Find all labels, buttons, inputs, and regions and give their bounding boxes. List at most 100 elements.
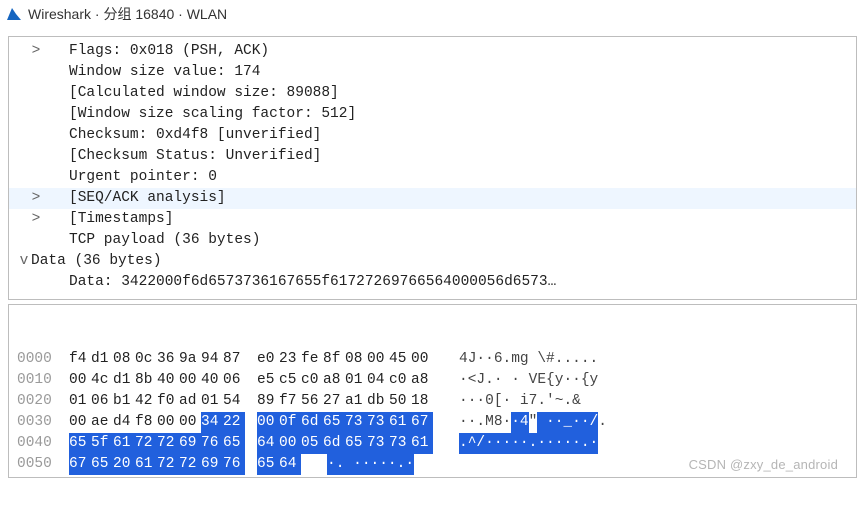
hex-byte[interactable]: 01 xyxy=(69,391,91,412)
hex-byte[interactable]: c5 xyxy=(279,370,301,391)
hex-bytes[interactable]: 0106b142f0ad015489f75627a1db5018 xyxy=(69,391,433,412)
hex-row[interactable]: 003000aed4f800003422000f6d6573736167··.M… xyxy=(9,412,856,433)
hex-byte[interactable]: 00 xyxy=(257,412,279,433)
hex-byte[interactable]: f7 xyxy=(279,391,301,412)
hex-bytes[interactable]: 004cd18b40004006e5c5c0a80104c0a8 xyxy=(69,370,433,391)
hex-byte[interactable]: 65 xyxy=(345,433,367,454)
hex-byte[interactable]: 00 xyxy=(179,412,201,433)
hex-byte[interactable]: 42 xyxy=(135,391,157,412)
caret-right-icon[interactable]: > xyxy=(29,41,43,62)
hex-byte[interactable]: 61 xyxy=(389,412,411,433)
hex-byte[interactable]: 73 xyxy=(367,433,389,454)
hex-byte[interactable]: 0f xyxy=(279,412,301,433)
hex-byte[interactable]: 34 xyxy=(201,412,223,433)
hex-byte[interactable]: fe xyxy=(301,349,323,370)
hex-byte[interactable]: 06 xyxy=(91,391,113,412)
hex-byte[interactable]: 69 xyxy=(201,454,223,475)
hex-byte[interactable]: 20 xyxy=(113,454,135,475)
hex-byte[interactable]: 61 xyxy=(411,433,433,454)
hex-byte[interactable]: 65 xyxy=(69,433,91,454)
hex-byte[interactable]: 9a xyxy=(179,349,201,370)
hex-byte[interactable]: 72 xyxy=(179,454,201,475)
packet-details-pane[interactable]: >Flags: 0x018 (PSH, ACK) Window size val… xyxy=(8,36,857,300)
hex-byte[interactable]: 64 xyxy=(279,454,301,475)
hex-byte[interactable]: 00 xyxy=(411,349,433,370)
hex-byte[interactable]: 4c xyxy=(91,370,113,391)
hex-byte[interactable]: 61 xyxy=(135,454,157,475)
hex-byte[interactable]: 56 xyxy=(301,391,323,412)
hex-byte[interactable]: 08 xyxy=(113,349,135,370)
hex-byte[interactable]: a8 xyxy=(411,370,433,391)
hex-byte[interactable]: 72 xyxy=(157,454,179,475)
hex-byte[interactable]: 73 xyxy=(389,433,411,454)
hex-byte[interactable]: 22 xyxy=(223,412,245,433)
hex-byte[interactable]: d1 xyxy=(113,370,135,391)
hex-byte[interactable]: 72 xyxy=(135,433,157,454)
hex-byte[interactable]: 67 xyxy=(411,412,433,433)
hex-byte[interactable]: 94 xyxy=(201,349,223,370)
hex-byte[interactable]: 0c xyxy=(135,349,157,370)
hex-bytes[interactable]: 655f6172726976656400056d65737361 xyxy=(69,433,433,454)
hex-byte[interactable]: 8b xyxy=(135,370,157,391)
hex-bytes[interactable]: 67652061727269766564 xyxy=(69,454,301,475)
hex-byte[interactable]: 65 xyxy=(91,454,113,475)
hex-byte[interactable]: 50 xyxy=(389,391,411,412)
hex-byte[interactable]: e0 xyxy=(257,349,279,370)
tree-row[interactable]: >[SEQ/ACK analysis] xyxy=(9,188,856,209)
hex-byte[interactable]: 65 xyxy=(223,433,245,454)
hex-byte[interactable]: 69 xyxy=(179,433,201,454)
tree-row[interactable]: >[Timestamps] xyxy=(9,209,856,230)
caret-down-icon[interactable]: v xyxy=(17,251,31,272)
hex-byte[interactable]: 04 xyxy=(367,370,389,391)
hex-byte[interactable]: 40 xyxy=(157,370,179,391)
tree-row[interactable]: Data: 3422000f6d6573736167655f6172726976… xyxy=(9,272,856,293)
hex-byte[interactable]: 00 xyxy=(69,370,91,391)
hex-byte[interactable]: 89 xyxy=(257,391,279,412)
hex-byte[interactable]: 08 xyxy=(345,349,367,370)
hex-byte[interactable]: 61 xyxy=(113,433,135,454)
hex-byte[interactable]: 01 xyxy=(345,370,367,391)
hex-byte[interactable]: f4 xyxy=(69,349,91,370)
hex-byte[interactable]: 72 xyxy=(157,433,179,454)
hex-byte[interactable]: a1 xyxy=(345,391,367,412)
hex-byte[interactable]: 00 xyxy=(279,433,301,454)
hex-bytes[interactable]: 00aed4f800003422000f6d6573736167 xyxy=(69,412,433,433)
hex-byte[interactable]: 00 xyxy=(179,370,201,391)
hex-row[interactable]: 0000f4d1080c369a9487e023fe8f080045004J··… xyxy=(9,349,856,370)
hex-byte[interactable]: 87 xyxy=(223,349,245,370)
hex-bytes[interactable]: f4d1080c369a9487e023fe8f08004500 xyxy=(69,349,433,370)
hex-row[interactable]: 0040655f6172726976656400056d65737361.^/·… xyxy=(9,433,856,454)
hex-byte[interactable]: 05 xyxy=(301,433,323,454)
hex-byte[interactable]: db xyxy=(367,391,389,412)
hex-byte[interactable]: f8 xyxy=(135,412,157,433)
hex-byte[interactable]: c0 xyxy=(389,370,411,391)
hex-byte[interactable]: ae xyxy=(91,412,113,433)
hex-row[interactable]: 0010004cd18b40004006e5c5c0a80104c0a8·<J.… xyxy=(9,370,856,391)
hex-byte[interactable]: 6d xyxy=(301,412,323,433)
hex-row[interactable]: 00200106b142f0ad015489f75627a1db5018···0… xyxy=(9,391,856,412)
hex-byte[interactable]: 00 xyxy=(367,349,389,370)
tree-row[interactable]: vData (36 bytes) xyxy=(9,251,856,272)
hex-byte[interactable]: 76 xyxy=(201,433,223,454)
hex-byte[interactable]: 23 xyxy=(279,349,301,370)
caret-right-icon[interactable]: > xyxy=(29,209,43,230)
hex-byte[interactable]: e5 xyxy=(257,370,279,391)
tree-row[interactable]: >Flags: 0x018 (PSH, ACK) xyxy=(9,41,856,62)
hex-byte[interactable]: ad xyxy=(179,391,201,412)
hex-byte[interactable]: 45 xyxy=(389,349,411,370)
hex-byte[interactable]: 67 xyxy=(69,454,91,475)
hex-byte[interactable]: f0 xyxy=(157,391,179,412)
hex-byte[interactable]: 40 xyxy=(201,370,223,391)
hex-byte[interactable]: 06 xyxy=(223,370,245,391)
hex-byte[interactable]: 36 xyxy=(157,349,179,370)
packet-details-tree[interactable]: >Flags: 0x018 (PSH, ACK) Window size val… xyxy=(9,37,856,299)
hex-byte[interactable]: c0 xyxy=(301,370,323,391)
hex-byte[interactable]: 65 xyxy=(323,412,345,433)
hex-byte[interactable]: 5f xyxy=(91,433,113,454)
hex-byte[interactable]: 18 xyxy=(411,391,433,412)
caret-right-icon[interactable]: > xyxy=(29,188,43,209)
hex-byte[interactable]: 01 xyxy=(201,391,223,412)
hex-byte[interactable]: d4 xyxy=(113,412,135,433)
packet-bytes-pane[interactable]: CSDN @zxy_de_android 0000f4d1080c369a948… xyxy=(8,304,857,478)
hex-byte[interactable]: d1 xyxy=(91,349,113,370)
